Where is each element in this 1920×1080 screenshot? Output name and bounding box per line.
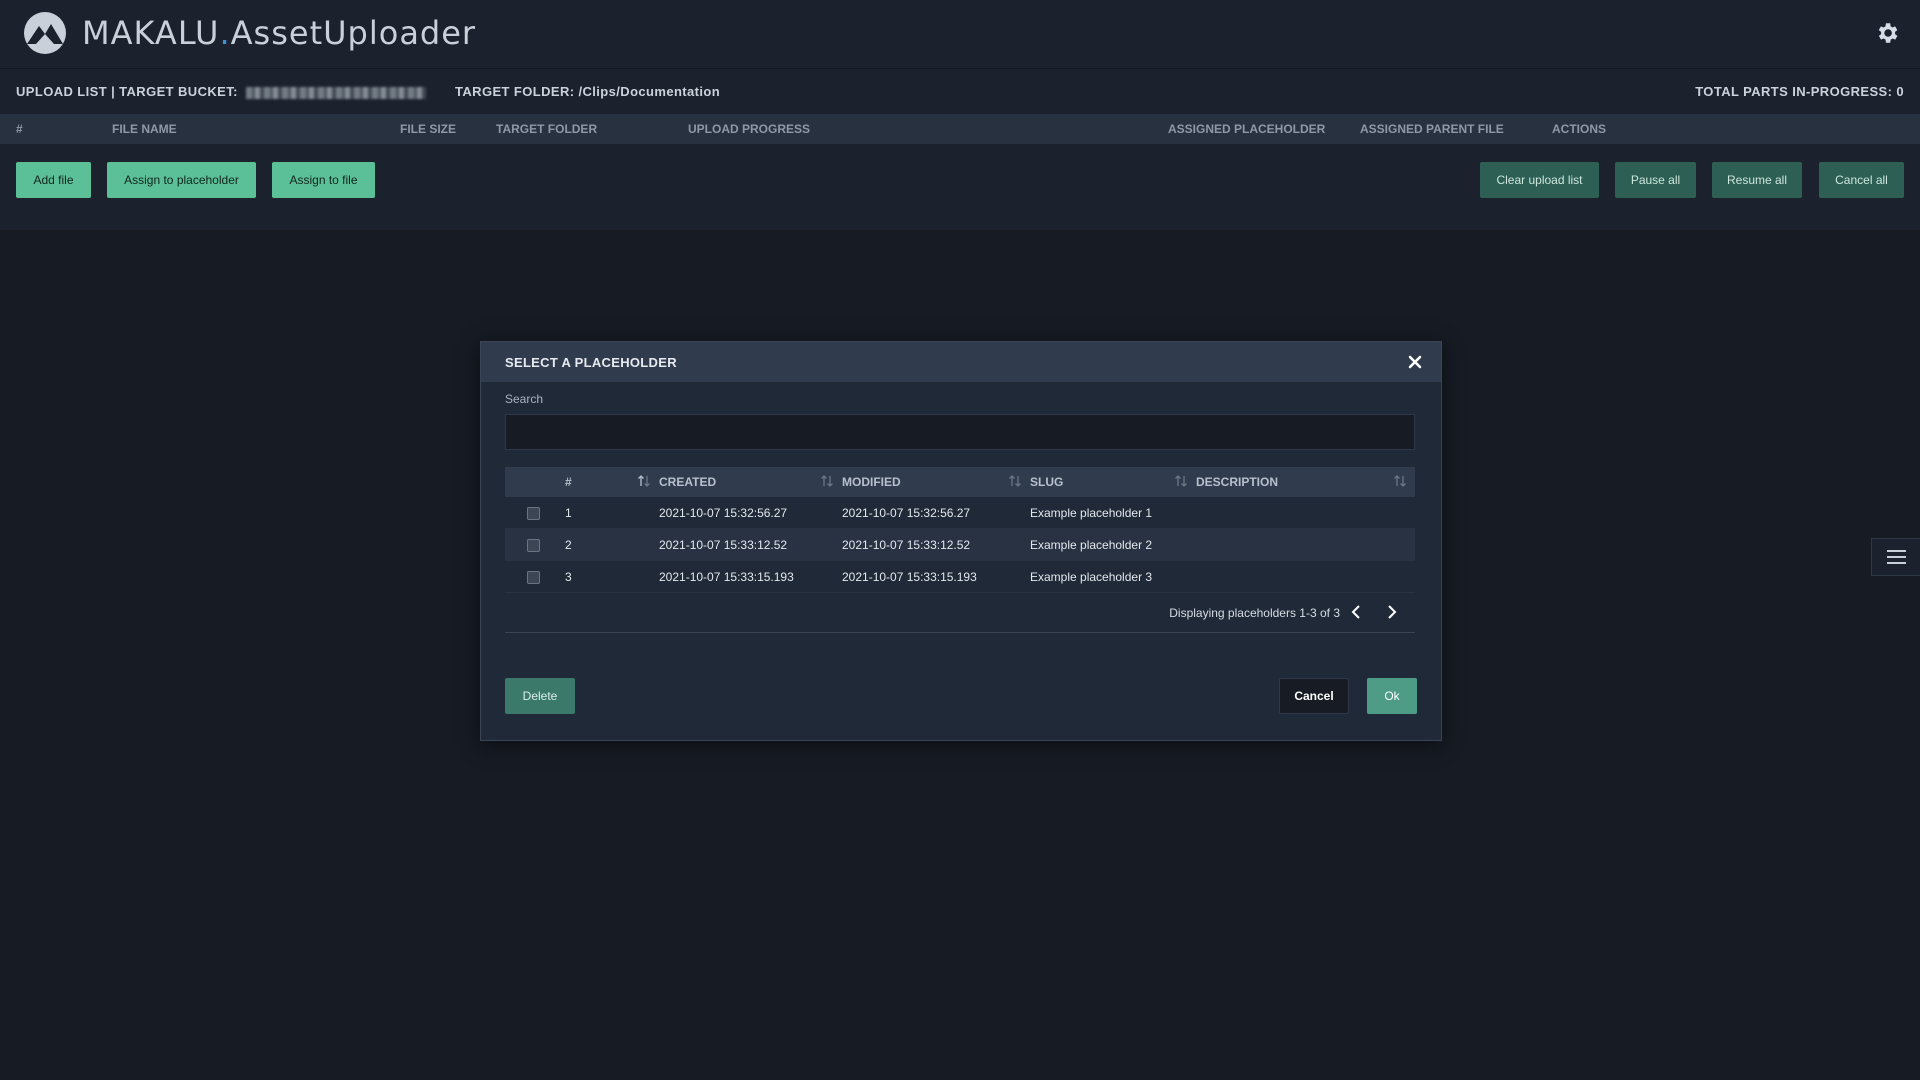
row-num: 3 xyxy=(565,569,572,584)
col-header-modified-label: MODIFIED xyxy=(842,475,901,489)
side-menu-toggle[interactable] xyxy=(1871,538,1920,576)
ok-button[interactable]: Ok xyxy=(1367,678,1417,714)
col-assigned-placeholder: ASSIGNED PLACEHOLDER xyxy=(1168,122,1326,136)
table-row[interactable]: 2 2021-10-07 15:33:12.52 2021-10-07 15:3… xyxy=(505,528,1415,561)
close-icon[interactable] xyxy=(1407,354,1423,370)
search-label: Search xyxy=(505,392,544,406)
modal-header: SELECT A PLACEHOLDER xyxy=(481,342,1441,382)
cancel-button[interactable]: Cancel xyxy=(1279,678,1349,714)
row-checkbox-cell xyxy=(505,529,565,561)
upload-list-info: UPLOAD LIST | TARGET BUCKET: xyxy=(16,84,426,99)
row-modified: 2021-10-07 15:33:15.193 xyxy=(842,569,977,584)
row-modified: 2021-10-07 15:33:12.52 xyxy=(842,537,971,552)
app-title-brand: MAKALU xyxy=(82,14,220,52)
upload-toolbar: Add file Assign to placeholder Assign to… xyxy=(0,144,1920,230)
row-checkbox[interactable] xyxy=(527,538,540,552)
row-checkbox-cell xyxy=(505,561,565,593)
col-num: # xyxy=(16,122,23,136)
modal-title: SELECT A PLACEHOLDER xyxy=(505,355,677,370)
sort-asc-icon[interactable] xyxy=(637,474,651,488)
gear-icon[interactable] xyxy=(1874,20,1900,46)
col-target-folder: TARGET FOLDER xyxy=(496,122,598,136)
row-slug: Example placeholder 1 xyxy=(1030,505,1153,520)
col-header-description-label: DESCRIPTION xyxy=(1196,475,1279,489)
row-created: 2021-10-07 15:33:15.193 xyxy=(659,569,794,584)
row-modified: 2021-10-07 15:32:56.27 xyxy=(842,505,971,520)
info-bar: UPLOAD LIST | TARGET BUCKET: TARGET FOLD… xyxy=(0,68,1920,115)
row-slug: Example placeholder 2 xyxy=(1030,537,1153,552)
search-input[interactable] xyxy=(505,414,1415,450)
row-slug: Example placeholder 3 xyxy=(1030,569,1153,584)
select-column-header xyxy=(505,467,565,497)
hamburger-icon xyxy=(1887,550,1906,564)
sort-icon[interactable] xyxy=(1174,474,1188,488)
total-parts-label: TOTAL PARTS IN-PROGRESS: 0 xyxy=(1695,84,1904,99)
upload-list-label: UPLOAD LIST | TARGET BUCKET: xyxy=(16,84,238,99)
sort-icon[interactable] xyxy=(1008,474,1022,488)
pause-all-button[interactable]: Pause all xyxy=(1615,162,1696,198)
upload-table-header: # FILE NAME FILE SIZE TARGET FOLDER UPLO… xyxy=(0,114,1920,144)
chevron-right-icon[interactable] xyxy=(1385,604,1399,620)
chevron-left-icon[interactable] xyxy=(1349,604,1363,620)
col-header-modified[interactable]: MODIFIED xyxy=(842,467,1030,497)
assign-placeholder-button[interactable]: Assign to placeholder xyxy=(107,162,256,198)
row-description xyxy=(1196,497,1415,529)
col-header-created[interactable]: CREATED xyxy=(659,467,842,497)
col-upload-progress: UPLOAD PROGRESS xyxy=(688,122,811,136)
table-row[interactable]: 3 2021-10-07 15:33:15.193 2021-10-07 15:… xyxy=(505,561,1415,593)
table-row[interactable]: 1 2021-10-07 15:32:56.27 2021-10-07 15:3… xyxy=(505,497,1415,529)
col-header-num-label: # xyxy=(565,475,572,489)
col-header-created-label: CREATED xyxy=(659,475,717,489)
pagination: Displaying placeholders 1-3 of 3 xyxy=(505,592,1415,633)
col-file-size: FILE SIZE xyxy=(400,122,457,136)
row-num: 1 xyxy=(565,505,572,520)
col-header-slug-label: SLUG xyxy=(1030,475,1064,489)
col-header-description[interactable]: DESCRIPTION xyxy=(1196,467,1415,497)
col-file-name: FILE NAME xyxy=(112,122,177,136)
sort-icon[interactable] xyxy=(820,474,834,488)
resume-all-button[interactable]: Resume all xyxy=(1712,162,1802,198)
col-header-slug[interactable]: SLUG xyxy=(1030,467,1196,497)
delete-button[interactable]: Delete xyxy=(505,678,575,714)
row-checkbox[interactable] xyxy=(527,506,540,520)
mountain-logo-icon xyxy=(24,12,66,54)
app-title: MAKALU.AssetUploader xyxy=(82,14,476,52)
placeholder-table-header: # CREATED MODIFIED SLUG DESCRIPTION xyxy=(505,467,1415,497)
row-description xyxy=(1196,561,1415,593)
row-description xyxy=(1196,529,1415,561)
app-title-product: AssetUploader xyxy=(230,14,477,52)
row-num: 2 xyxy=(565,537,572,552)
select-placeholder-modal: SELECT A PLACEHOLDER Search # CREATED MO… xyxy=(480,341,1442,741)
row-created: 2021-10-07 15:33:12.52 xyxy=(659,537,788,552)
target-bucket-redacted xyxy=(245,86,426,99)
row-checkbox-cell xyxy=(505,497,565,529)
col-actions: ACTIONS xyxy=(1552,122,1606,136)
pagination-text: Displaying placeholders 1-3 of 3 xyxy=(1169,606,1340,620)
sort-icon[interactable] xyxy=(1393,474,1407,488)
app-header: MAKALU.AssetUploader xyxy=(0,0,1920,68)
target-folder-label: TARGET FOLDER: /Clips/Documentation xyxy=(455,84,721,99)
col-assigned-parent-file: ASSIGNED PARENT FILE xyxy=(1360,122,1504,136)
cancel-all-button[interactable]: Cancel all xyxy=(1819,162,1904,198)
add-file-button[interactable]: Add file xyxy=(16,162,91,198)
assign-file-button[interactable]: Assign to file xyxy=(272,162,375,198)
placeholder-table: # CREATED MODIFIED SLUG DESCRIPTION 1 20… xyxy=(505,467,1415,593)
clear-upload-list-button[interactable]: Clear upload list xyxy=(1480,162,1599,198)
row-checkbox[interactable] xyxy=(527,570,540,584)
col-header-num[interactable]: # xyxy=(565,467,659,497)
app-title-dot: . xyxy=(219,14,231,52)
row-created: 2021-10-07 15:32:56.27 xyxy=(659,505,788,520)
